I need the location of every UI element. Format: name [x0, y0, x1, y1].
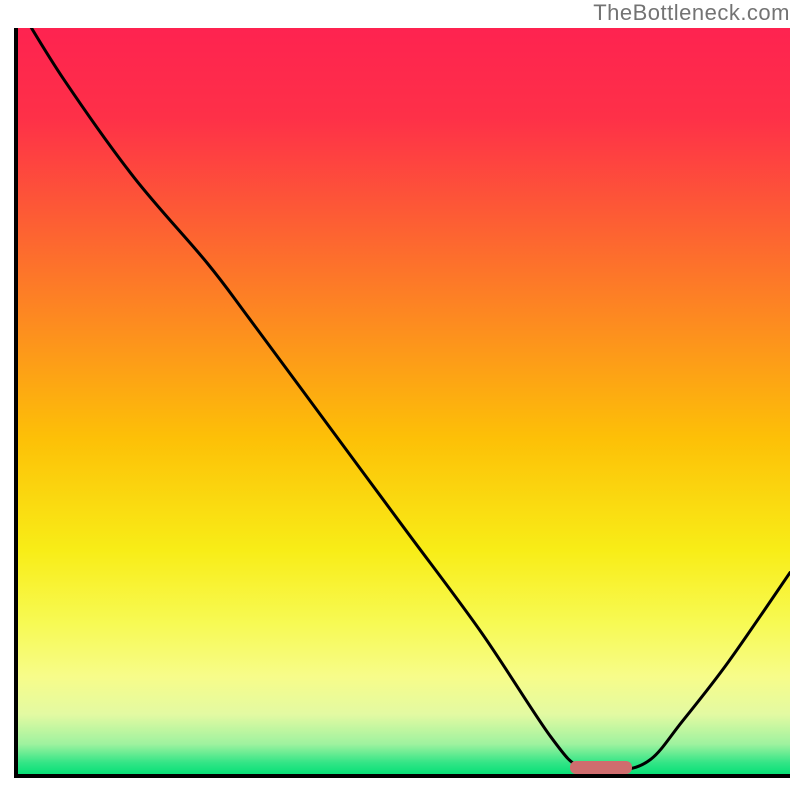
- bottleneck-curve: [18, 28, 790, 774]
- watermark-text: TheBottleneck.com: [593, 0, 790, 26]
- optimal-range-marker: [570, 761, 632, 774]
- chart-frame: TheBottleneck.com: [0, 0, 800, 800]
- plot-area: [14, 28, 790, 778]
